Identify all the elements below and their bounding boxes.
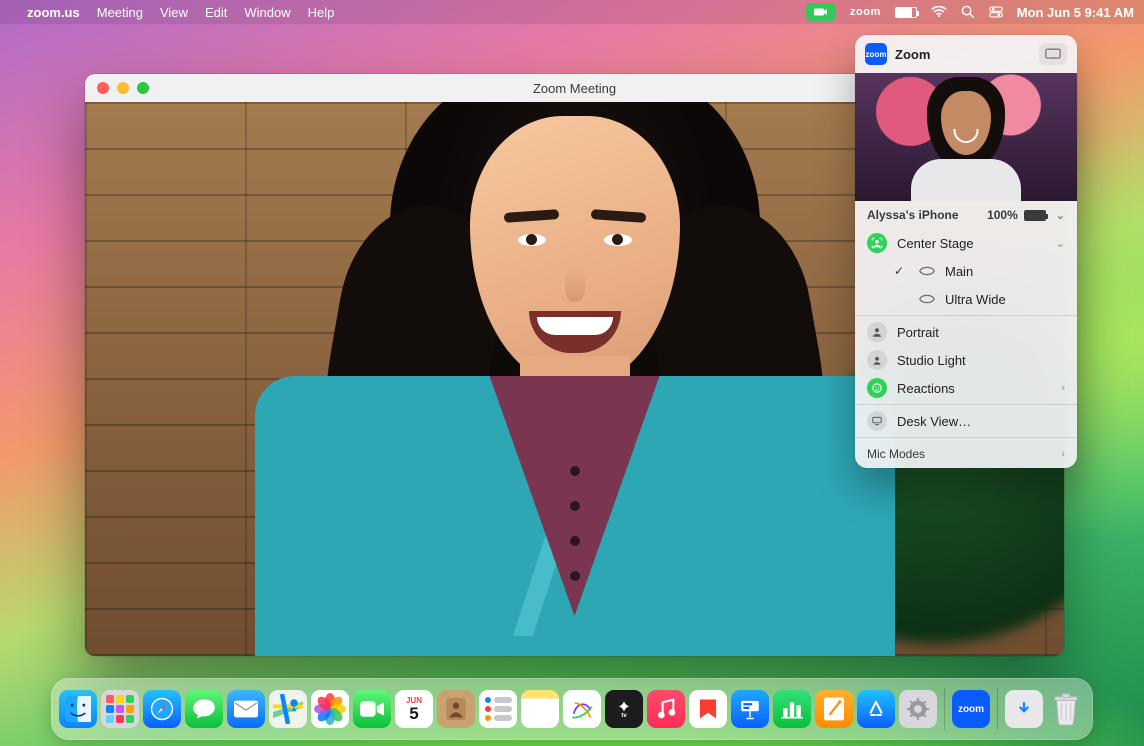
popover-header: zoom Zoom (855, 35, 1077, 73)
dock-finder[interactable] (59, 690, 97, 728)
center-stage-icon (867, 233, 887, 253)
desk-view-label: Desk View… (897, 414, 1065, 429)
lens-main-label: Main (945, 264, 1065, 279)
center-stage-label: Center Stage (897, 236, 1046, 251)
checkmark-icon: ✓ (889, 264, 909, 278)
calendar-day-label: 5 (409, 705, 418, 722)
reactions-label: Reactions (897, 381, 1051, 396)
desk-view-icon (867, 411, 887, 431)
camera-status-pill[interactable] (806, 3, 836, 21)
dock-separator (997, 688, 998, 730)
lens-ultrawide-label: Ultra Wide (945, 292, 1065, 307)
menu-view[interactable]: View (160, 5, 188, 20)
menu-help[interactable]: Help (308, 5, 335, 20)
dock-numbers[interactable] (773, 690, 811, 728)
participant-main (235, 102, 915, 656)
center-stage-row[interactable]: Center Stage ⌄ (855, 229, 1077, 257)
dock-trash[interactable] (1047, 690, 1085, 728)
dock-reminders[interactable] (479, 690, 517, 728)
portrait-label: Portrait (897, 325, 1065, 340)
dock-messages[interactable] (185, 690, 223, 728)
device-battery-pct: 100% (987, 208, 1018, 222)
dock-calendar[interactable]: JUN5 (395, 690, 433, 728)
wifi-status-icon[interactable] (931, 6, 947, 18)
dock-news[interactable] (689, 690, 727, 728)
participant-self (906, 73, 1026, 201)
lens-ultrawide-row[interactable]: Ultra Wide (855, 285, 1077, 313)
chevron-down-icon: ⌄ (1056, 237, 1065, 250)
dock-launchpad[interactable] (101, 690, 139, 728)
menu-meeting[interactable]: Meeting (97, 5, 143, 20)
spotlight-icon[interactable] (961, 5, 975, 19)
menu-bar-clock[interactable]: Mon Jun 5 9:41 AM (1017, 5, 1134, 20)
menu-bar: zoom.us Meeting View Edit Window Help zo… (0, 0, 1144, 24)
dock-photos[interactable] (311, 690, 349, 728)
dock-freeform[interactable] (563, 690, 601, 728)
dock-keynote[interactable] (731, 690, 769, 728)
reactions-icon (867, 378, 887, 398)
mic-modes-row[interactable]: Mic Modes › (855, 440, 1077, 468)
lens-icon (919, 266, 935, 276)
status-zoom-label[interactable]: zoom (850, 6, 881, 18)
chevron-right-icon: › (1061, 448, 1065, 460)
device-battery: 100% (987, 208, 1046, 222)
dock-facetime[interactable] (353, 690, 391, 728)
dock-settings[interactable] (899, 690, 937, 728)
video-camera-icon (814, 7, 828, 17)
reactions-row[interactable]: Reactions › (855, 374, 1077, 402)
app-menu[interactable]: zoom.us (27, 5, 80, 20)
lens-main-row[interactable]: ✓ Main (855, 257, 1077, 285)
zoom-app-icon: zoom (865, 43, 887, 65)
device-name-label: Alyssa's iPhone (867, 208, 977, 222)
dock-tv[interactable]: tv (605, 690, 643, 728)
control-center-icon[interactable] (989, 5, 1003, 19)
dock-notes[interactable] (521, 690, 559, 728)
chevron-right-icon: › (1061, 382, 1065, 394)
dock-separator (944, 688, 945, 730)
screen-share-button[interactable] (1039, 43, 1067, 65)
dock-music[interactable] (647, 690, 685, 728)
lens-icon (919, 294, 935, 304)
dock: JUN5 tv zoom (51, 678, 1093, 740)
dock-zoom[interactable]: zoom (952, 690, 990, 728)
dock-contacts[interactable] (437, 690, 475, 728)
desktop: zoom.us Meeting View Edit Window Help zo… (0, 0, 1144, 746)
portrait-icon (867, 322, 887, 342)
dock-mail[interactable] (227, 690, 265, 728)
mic-modes-label: Mic Modes (867, 447, 1051, 461)
dock-zoom-label: zoom (958, 704, 984, 715)
studio-light-icon (867, 350, 887, 370)
popover-app-name: Zoom (895, 47, 930, 62)
video-effects-popover: zoom Zoom Alyssa's iPhone 100% ⌄ Center (855, 35, 1077, 468)
menu-edit[interactable]: Edit (205, 5, 227, 20)
camera-preview (855, 73, 1077, 201)
dock-safari[interactable] (143, 690, 181, 728)
desk-view-row[interactable]: Desk View… (855, 407, 1077, 435)
chevron-down-icon: ⌄ (1056, 209, 1065, 222)
dock-maps[interactable] (269, 690, 307, 728)
studio-light-label: Studio Light (897, 353, 1065, 368)
menu-window[interactable]: Window (244, 5, 290, 20)
device-row[interactable]: Alyssa's iPhone 100% ⌄ (855, 201, 1077, 229)
studio-light-row[interactable]: Studio Light (855, 346, 1077, 374)
dock-downloads[interactable] (1005, 690, 1043, 728)
dock-pages[interactable] (815, 690, 853, 728)
svg-text:tv: tv (621, 713, 627, 719)
dock-appstore[interactable] (857, 690, 895, 728)
portrait-row[interactable]: Portrait (855, 318, 1077, 346)
screen-share-icon (1045, 48, 1061, 60)
battery-icon (1024, 210, 1046, 221)
battery-status-icon[interactable] (895, 7, 917, 18)
